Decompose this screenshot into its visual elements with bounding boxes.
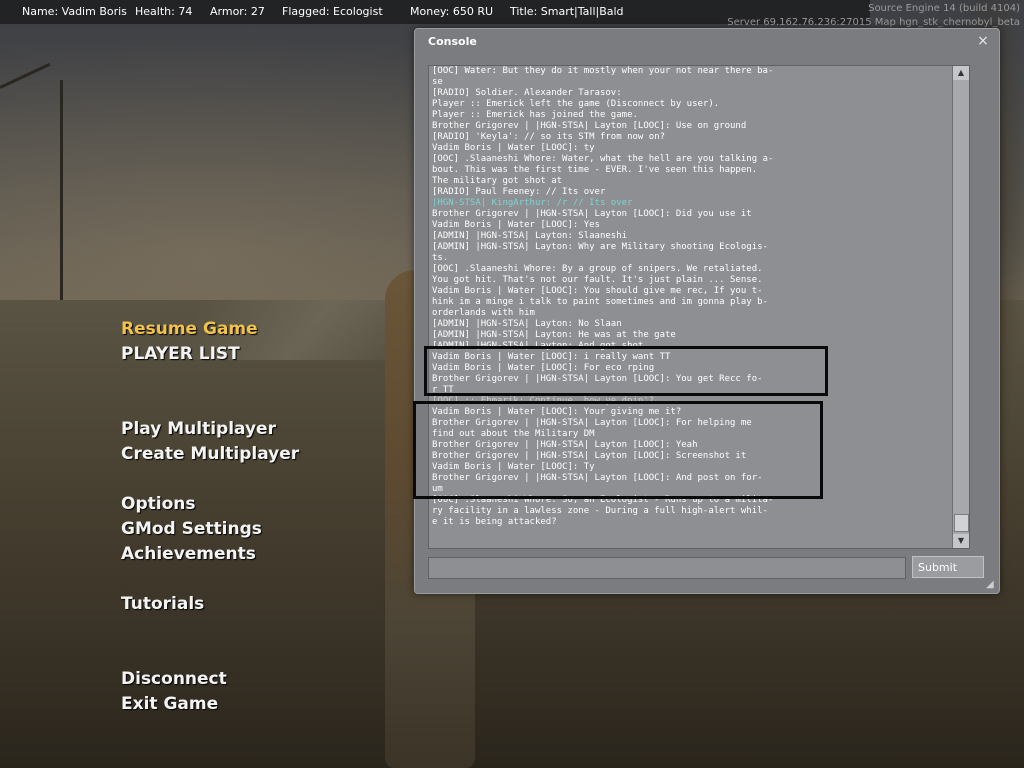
menu-gmod-settings[interactable]: GMod Settings: [121, 519, 262, 539]
console-log-line: [ADMIN] |HGN-STSA| Layton: Slaaneshi: [432, 231, 628, 241]
console-log-line: se: [432, 77, 443, 87]
hud-armor: Armor: 27: [210, 5, 265, 18]
menu-play-multiplayer[interactable]: Play Multiplayer: [121, 419, 276, 439]
menu-create-multiplayer[interactable]: Create Multiplayer: [121, 444, 299, 464]
console-log-line: Player :: Emerick left the game (Disconn…: [432, 99, 720, 109]
console-window[interactable]: Console × [OOC] Water: But they do it mo…: [414, 28, 1000, 594]
console-log-line: ry facility in a lawless zone - During a…: [432, 506, 768, 516]
console-log-line: r TT: [432, 385, 454, 395]
console-log-line: Vadim Boris | Water [LOOC]: Yes: [432, 220, 600, 230]
hud-name: Name: Vadim Boris: [22, 5, 127, 18]
background-crane: [0, 80, 63, 300]
console-log-line: Brother Grigorev | |HGN-STSA| Layton [LO…: [432, 440, 698, 450]
console-log-line: bout. This was the first time - EVER. I'…: [432, 165, 758, 175]
close-icon[interactable]: ×: [975, 33, 991, 49]
arrow-up-icon[interactable]: ▲: [953, 66, 969, 80]
arrow-down-icon[interactable]: ▼: [953, 534, 969, 548]
menu-achievements[interactable]: Achievements: [121, 544, 256, 564]
submit-button[interactable]: Submit: [912, 556, 984, 578]
console-log-line: Brother Grigorev | |HGN-STSA| Layton [LO…: [432, 121, 747, 131]
hud-title: Title: Smart|Tall|Bald: [510, 5, 624, 18]
console-log-line: Vadim Boris | Water [LOOC]: Your giving …: [432, 407, 682, 417]
console-log-line: Vadim Boris | Water [LOOC]: ty: [432, 143, 595, 153]
console-log-line: Brother Grigorev | |HGN-STSA| Layton [LO…: [432, 473, 763, 483]
console-log-line: Brother Grigorev | |HGN-STSA| Layton [LO…: [432, 451, 747, 461]
console-log-lines: [OOC] Water: But they do it mostly when …: [432, 66, 812, 528]
console-log-line: Vadim Boris | Water [LOOC]: Ty: [432, 462, 595, 472]
console-log-line: [ADMIN] |HGN-STSA| Layton: He was at the…: [432, 330, 676, 340]
console-log-line: [OOC] .Slaaneshi Whore: Water, what the …: [432, 154, 774, 164]
menu-resume-game[interactable]: Resume Game: [121, 319, 258, 339]
resize-grip-icon[interactable]: ◢: [986, 580, 996, 590]
console-log[interactable]: [OOC] Water: But they do it mostly when …: [428, 65, 970, 549]
console-log-line: [OOC] Water: But they do it mostly when …: [432, 66, 774, 76]
console-log-line: e it is being attacked?: [432, 517, 557, 527]
menu-disconnect[interactable]: Disconnect: [121, 669, 227, 689]
server-engine: Source Engine 14 (build 4104): [868, 3, 1020, 14]
console-log-line: Brother Grigorev | |HGN-STSA| Layton [LO…: [432, 209, 752, 219]
scrollbar-thumb[interactable]: [954, 514, 969, 532]
console-log-line: [RADIO] Soldier. Alexander Tarasov:: [432, 88, 622, 98]
console-log-line: [ADMIN] |HGN-STSA| Layton: No Slaan: [432, 319, 622, 329]
console-log-line: [OOC] .Slaaneshi Whore: So, an Ecologist…: [432, 495, 774, 505]
console-log-line: Vadim Boris | Water [LOOC]: You should g…: [432, 286, 763, 296]
menu-tutorials[interactable]: Tutorials: [121, 594, 204, 614]
console-log-line: find out about the Military DM: [432, 429, 595, 439]
console-log-line: ts.: [432, 253, 449, 263]
console-log-line: |HGN-STSA| KingArthur: /r // Its over: [432, 198, 633, 208]
console-log-line: Player :: Emerick has joined the game.: [432, 110, 638, 120]
hud-flagged: Flagged: Ecologist: [282, 5, 383, 18]
menu-player-list[interactable]: PLAYER LIST: [121, 344, 240, 364]
console-log-line: You got hit. That's not our fault. It's …: [432, 275, 763, 285]
console-log-line: hink im a minge i talk to paint sometime…: [432, 297, 768, 307]
console-log-line: [OOC] :: Ehmarik: Continue, how ye doin'…: [432, 396, 655, 406]
server-info: Source Engine 14 (build 4104) Server 69.…: [727, 2, 1020, 30]
console-log-line: Vadim Boris | Water [LOOC]: For eco rpin…: [432, 363, 655, 373]
console-log-line: [RADIO] Paul Feeney: // Its over: [432, 187, 606, 197]
console-log-line: [RADIO] 'Keyla': // so its STM from now …: [432, 132, 665, 142]
console-command-input[interactable]: [428, 557, 906, 579]
console-log-line: [OOC] .Slaaneshi Whore: By a group of sn…: [432, 264, 763, 274]
console-title: Console: [428, 35, 477, 48]
console-log-line: Brother Grigorev | |HGN-STSA| Layton [LO…: [432, 374, 763, 384]
console-log-line: [ADMIN] |HGN-STSA| Layton: Why are Milit…: [432, 242, 768, 252]
console-log-line: The military got shot at: [432, 176, 563, 186]
console-log-line: [ADMIN] |HGN-STSA| Layton: And got shot: [432, 341, 644, 351]
console-log-line: Brother Grigorev | |HGN-STSA| Layton [LO…: [432, 418, 752, 428]
console-scrollbar[interactable]: ▲ ▼: [952, 66, 969, 548]
hud-money: Money: 650 RU: [410, 5, 494, 18]
menu-exit-game[interactable]: Exit Game: [121, 694, 218, 714]
menu-options[interactable]: Options: [121, 494, 195, 514]
console-log-line: Vadim Boris | Water [LOOC]: i really wan…: [432, 352, 671, 362]
hud-health: Health: 74: [135, 5, 193, 18]
console-log-line: um: [432, 484, 443, 494]
console-log-line: orderlands with him: [432, 308, 535, 318]
